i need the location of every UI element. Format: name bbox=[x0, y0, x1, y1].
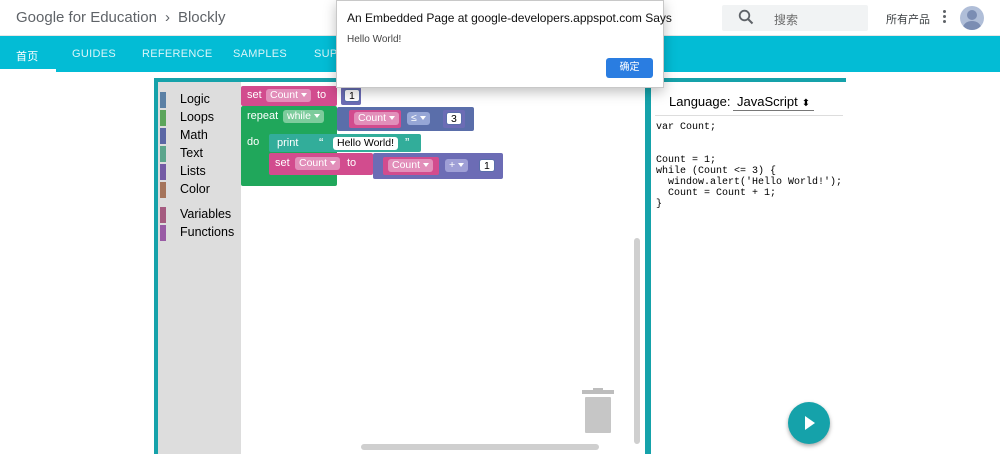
toolbox-category-variables[interactable]: Variables bbox=[158, 207, 241, 223]
tab-samples[interactable]: SAMPLES bbox=[233, 48, 287, 60]
toolbox-category-lists[interactable]: Lists bbox=[158, 164, 241, 180]
ok-button[interactable]: 确定 bbox=[606, 58, 653, 78]
category-swatch bbox=[160, 146, 166, 162]
dialog-message: Hello World! bbox=[347, 34, 402, 45]
more-vert-icon[interactable] bbox=[940, 10, 948, 26]
category-label: Functions bbox=[180, 225, 235, 239]
dialog-title: An Embedded Page at google-developers.ap… bbox=[347, 11, 672, 25]
code-panel: Language: JavaScript ⬍ var Count; Count =… bbox=[651, 82, 846, 454]
generated-code: var Count; Count = 1; while (Count <= 3)… bbox=[656, 122, 843, 210]
avatar[interactable] bbox=[960, 6, 984, 30]
operator-dropdown[interactable]: ≤ bbox=[407, 112, 430, 125]
toolbox-category-text[interactable]: Text bbox=[158, 146, 241, 162]
search-box[interactable]: 搜索 bbox=[722, 5, 868, 31]
category-label: Logic bbox=[180, 92, 210, 106]
language-label: Language: bbox=[669, 94, 731, 109]
compare-block[interactable]: Count ≤ 3 bbox=[337, 107, 474, 131]
block-keyword: to bbox=[317, 89, 327, 101]
chevron-right-icon: › bbox=[164, 9, 170, 26]
tab-guides[interactable]: GUIDES bbox=[72, 48, 116, 60]
vertical-scrollbar[interactable] bbox=[634, 238, 640, 444]
category-label: Variables bbox=[180, 207, 232, 221]
block-keyword: repeat bbox=[247, 110, 279, 122]
all-products-link[interactable]: 所有产品 bbox=[886, 11, 930, 27]
toolbox-category-math[interactable]: Math bbox=[158, 128, 241, 144]
trash-icon[interactable] bbox=[581, 388, 615, 434]
variable-dropdown[interactable]: Count bbox=[354, 112, 400, 125]
play-icon bbox=[805, 416, 815, 430]
quote-close: ” bbox=[405, 135, 410, 150]
set-variable-block[interactable]: set Count to bbox=[241, 86, 337, 106]
number-block[interactable]: 3 bbox=[443, 110, 465, 128]
blockly-demo-frame: Logic Loops Math Text Lists Color Variab… bbox=[154, 78, 846, 454]
active-tab-indicator bbox=[0, 69, 56, 72]
tab-support[interactable]: SUP bbox=[314, 48, 338, 60]
category-swatch bbox=[160, 92, 166, 108]
blockly-workspace[interactable]: set Count to 1 repeat while do Count ≤ 3… bbox=[241, 82, 645, 454]
text-field[interactable]: Hello World! bbox=[333, 137, 398, 150]
category-label: Math bbox=[180, 128, 208, 142]
brand-link[interactable]: Google for Education bbox=[16, 9, 157, 26]
category-swatch bbox=[160, 207, 166, 223]
category-label: Color bbox=[180, 182, 210, 196]
variable-get-block[interactable]: Count bbox=[383, 157, 439, 175]
category-swatch bbox=[160, 164, 166, 180]
print-block[interactable]: print “ Hello World! ” bbox=[269, 134, 421, 152]
alert-dialog: An Embedded Page at google-developers.ap… bbox=[336, 0, 672, 88]
number-block[interactable]: 1 bbox=[476, 157, 498, 175]
tab-reference[interactable]: REFERENCE bbox=[142, 48, 213, 60]
toolbox-category-loops[interactable]: Loops bbox=[158, 110, 241, 126]
variable-dropdown[interactable]: Count bbox=[295, 157, 341, 170]
set-variable-block-2[interactable]: set Count to bbox=[269, 153, 373, 175]
toolbox-category-color[interactable]: Color bbox=[158, 182, 241, 198]
number-field[interactable]: 3 bbox=[446, 112, 462, 125]
category-swatch bbox=[160, 225, 166, 241]
product-link[interactable]: Blockly bbox=[178, 9, 226, 26]
search-input[interactable]: 搜索 bbox=[774, 11, 798, 28]
variable-get-block[interactable]: Count bbox=[349, 110, 401, 128]
variable-dropdown[interactable]: Count bbox=[266, 89, 312, 102]
quote-open: “ bbox=[319, 135, 324, 150]
language-select[interactable]: JavaScript ⬍ bbox=[733, 94, 815, 111]
category-label: Loops bbox=[180, 110, 215, 124]
divider bbox=[655, 115, 843, 116]
category-label: Lists bbox=[180, 164, 206, 178]
toolbox: Logic Loops Math Text Lists Color Variab… bbox=[158, 82, 241, 454]
block-keyword: print bbox=[277, 137, 299, 149]
repeat-mode-dropdown[interactable]: while bbox=[283, 110, 324, 123]
number-block[interactable]: 1 bbox=[341, 87, 361, 105]
variable-dropdown[interactable]: Count bbox=[388, 159, 434, 172]
search-icon bbox=[738, 9, 754, 25]
number-field[interactable]: 1 bbox=[479, 159, 495, 172]
category-swatch bbox=[160, 110, 166, 126]
tab-home[interactable]: 首页 bbox=[16, 48, 39, 64]
toolbox-category-functions[interactable]: Functions bbox=[158, 225, 241, 241]
block-keyword: do bbox=[247, 136, 260, 148]
arithmetic-block[interactable]: Count + 1 bbox=[373, 153, 503, 179]
block-keyword: to bbox=[347, 157, 357, 169]
updown-icon: ⬍ bbox=[801, 98, 811, 109]
block-keyword: set bbox=[247, 89, 262, 101]
block-keyword: set bbox=[275, 157, 290, 169]
category-swatch bbox=[160, 128, 166, 144]
breadcrumb: Google for Education › Blockly bbox=[16, 9, 225, 26]
run-button[interactable] bbox=[788, 402, 830, 444]
number-field[interactable]: 1 bbox=[344, 89, 360, 102]
category-swatch bbox=[160, 182, 166, 198]
operator-dropdown[interactable]: + bbox=[445, 159, 469, 172]
category-label: Text bbox=[180, 146, 203, 160]
toolbox-category-logic[interactable]: Logic bbox=[158, 92, 241, 108]
horizontal-scrollbar[interactable] bbox=[361, 444, 599, 450]
